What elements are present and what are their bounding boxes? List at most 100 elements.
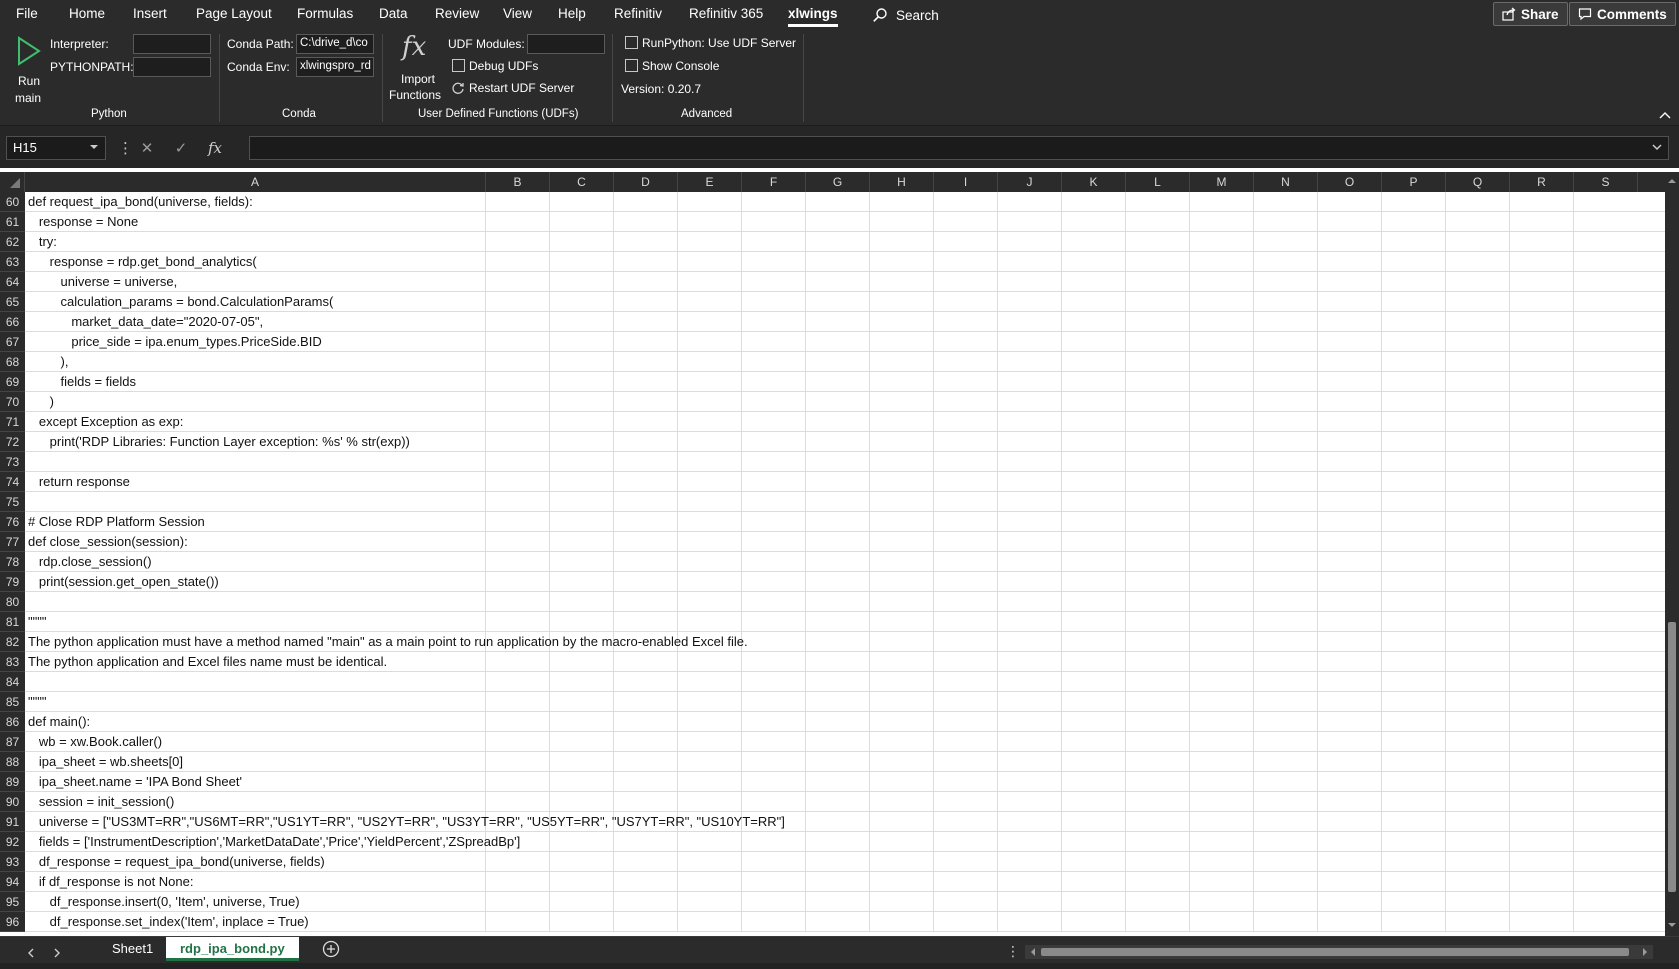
column-header-b[interactable]: B: [486, 172, 550, 192]
row-header[interactable]: 76: [0, 512, 25, 532]
row-header[interactable]: 70: [0, 392, 25, 412]
row-cells[interactable]: """": [25, 612, 1665, 632]
column-header-g[interactable]: G: [806, 172, 870, 192]
column-header-l[interactable]: L: [1126, 172, 1190, 192]
row-header[interactable]: 77: [0, 532, 25, 552]
row-cells[interactable]: response = rdp.get_bond_analytics(: [25, 252, 1665, 272]
conda-env-input[interactable]: xlwingspro_rd: [296, 57, 374, 77]
column-header-n[interactable]: N: [1254, 172, 1318, 192]
cell-a-text[interactable]: df_response.insert(0, 'Item', universe, …: [28, 894, 300, 909]
collapse-ribbon-icon[interactable]: [1659, 111, 1671, 119]
row-header[interactable]: 61: [0, 212, 25, 232]
next-sheet-icon[interactable]: [50, 946, 64, 960]
expand-formula-bar-icon[interactable]: [1652, 140, 1662, 154]
cell-a-text[interactable]: ipa_sheet.name = 'IPA Bond Sheet': [28, 774, 242, 789]
scroll-down-icon[interactable]: [1667, 920, 1677, 930]
row-header[interactable]: 83: [0, 652, 25, 672]
sheet-tab-rdp-ipa-bond[interactable]: rdp_ipa_bond.py: [166, 937, 299, 961]
row-header[interactable]: 69: [0, 372, 25, 392]
column-header-p[interactable]: P: [1382, 172, 1446, 192]
column-header-i[interactable]: I: [934, 172, 998, 192]
row-cells[interactable]: market_data_date="2020-07-05",: [25, 312, 1665, 332]
debug-udfs-checkbox[interactable]: [452, 59, 465, 72]
row-cells[interactable]: """": [25, 692, 1665, 712]
tab-page-layout[interactable]: Page Layout: [196, 6, 272, 21]
row-cells[interactable]: try:: [25, 232, 1665, 252]
plus-circle-icon[interactable]: [322, 940, 340, 958]
sheet-tab-sheet1[interactable]: Sheet1: [98, 937, 169, 961]
row-cells[interactable]: [25, 492, 1665, 512]
row-header[interactable]: 74: [0, 472, 25, 492]
horizontal-scrollbar[interactable]: [1025, 945, 1653, 959]
row-header[interactable]: 88: [0, 752, 25, 772]
cell-a-text[interactable]: return response: [28, 474, 130, 489]
row-cells[interactable]: ipa_sheet.name = 'IPA Bond Sheet': [25, 772, 1665, 792]
row-header[interactable]: 65: [0, 292, 25, 312]
row-cells[interactable]: universe = ["US3MT=RR","US6MT=RR","US1YT…: [25, 812, 1665, 832]
cell-a-text[interactable]: def request_ipa_bond(universe, fields):: [28, 194, 253, 209]
cell-a-text[interactable]: try:: [28, 234, 57, 249]
cell-a-text[interactable]: ),: [28, 354, 69, 369]
tab-xlwings[interactable]: xlwings: [788, 6, 838, 27]
column-header-q[interactable]: Q: [1446, 172, 1510, 192]
row-cells[interactable]: rdp.close_session(): [25, 552, 1665, 572]
cell-a-text[interactable]: market_data_date="2020-07-05",: [28, 314, 263, 329]
cell-a-text[interactable]: df_response.set_index('Item', inplace = …: [28, 914, 309, 929]
row-cells[interactable]: ): [25, 392, 1665, 412]
cell-a-text[interactable]: def close_session(session):: [28, 534, 188, 549]
column-header-j[interactable]: J: [998, 172, 1062, 192]
cell-a-text[interactable]: universe = universe,: [28, 274, 178, 289]
row-cells[interactable]: # Close RDP Platform Session: [25, 512, 1665, 532]
row-cells[interactable]: response = None: [25, 212, 1665, 232]
row-header[interactable]: 82: [0, 632, 25, 652]
row-header[interactable]: 81: [0, 612, 25, 632]
cell-a-text[interactable]: The python application must have a metho…: [28, 634, 748, 649]
row-cells[interactable]: print(session.get_open_state()): [25, 572, 1665, 592]
conda-path-input[interactable]: C:\drive_d\co: [296, 34, 374, 54]
tab-view[interactable]: View: [503, 6, 532, 21]
column-header-h[interactable]: H: [870, 172, 934, 192]
row-cells[interactable]: print('RDP Libraries: Function Layer exc…: [25, 432, 1665, 452]
tab-refinitiv[interactable]: Refinitiv: [614, 6, 662, 21]
cell-a-text[interactable]: The python application and Excel files n…: [28, 654, 387, 669]
tab-help[interactable]: Help: [558, 6, 586, 21]
cell-a-text[interactable]: df_response = request_ipa_bond(universe,…: [28, 854, 325, 869]
cancel-icon[interactable]: ✕: [130, 139, 164, 157]
row-header[interactable]: 89: [0, 772, 25, 792]
runpython-udf-server-checkbox[interactable]: [625, 36, 638, 49]
row-header[interactable]: 92: [0, 832, 25, 852]
row-cells[interactable]: The python application and Excel files n…: [25, 652, 1665, 672]
row-cells[interactable]: [25, 592, 1665, 612]
column-header-d[interactable]: D: [614, 172, 678, 192]
share-button[interactable]: Share: [1493, 2, 1568, 26]
row-header[interactable]: 78: [0, 552, 25, 572]
chevron-down-icon[interactable]: [89, 140, 99, 154]
tab-refinitiv-365[interactable]: Refinitiv 365: [689, 6, 763, 21]
row-cells[interactable]: fields = fields: [25, 372, 1665, 392]
row-header[interactable]: 86: [0, 712, 25, 732]
cell-a-text[interactable]: if df_response is not None:: [28, 874, 194, 889]
row-header[interactable]: 72: [0, 432, 25, 452]
import-functions-button[interactable]: fx Import Functions: [387, 32, 441, 102]
cell-a-text[interactable]: universe = ["US3MT=RR","US6MT=RR","US1YT…: [28, 814, 785, 829]
row-cells[interactable]: ),: [25, 352, 1665, 372]
run-main-button[interactable]: Run main: [12, 34, 46, 105]
column-header-e[interactable]: E: [678, 172, 742, 192]
row-header[interactable]: 85: [0, 692, 25, 712]
row-header[interactable]: 75: [0, 492, 25, 512]
tab-home[interactable]: Home: [69, 6, 105, 21]
scroll-right-icon[interactable]: [1640, 947, 1650, 957]
cell-a-text[interactable]: response = rdp.get_bond_analytics(: [28, 254, 257, 269]
column-header-c[interactable]: C: [550, 172, 614, 192]
formula-input[interactable]: [249, 136, 1669, 160]
row-cells[interactable]: universe = universe,: [25, 272, 1665, 292]
row-header[interactable]: 93: [0, 852, 25, 872]
cell-a-text[interactable]: print(session.get_open_state()): [28, 574, 219, 589]
row-header[interactable]: 64: [0, 272, 25, 292]
insert-function-icon[interactable]: fx: [198, 139, 232, 157]
row-header[interactable]: 95: [0, 892, 25, 912]
comments-button[interactable]: Comments: [1569, 2, 1676, 26]
column-header-r[interactable]: R: [1510, 172, 1574, 192]
column-header-o[interactable]: O: [1318, 172, 1382, 192]
interpreter-input[interactable]: [133, 34, 211, 54]
